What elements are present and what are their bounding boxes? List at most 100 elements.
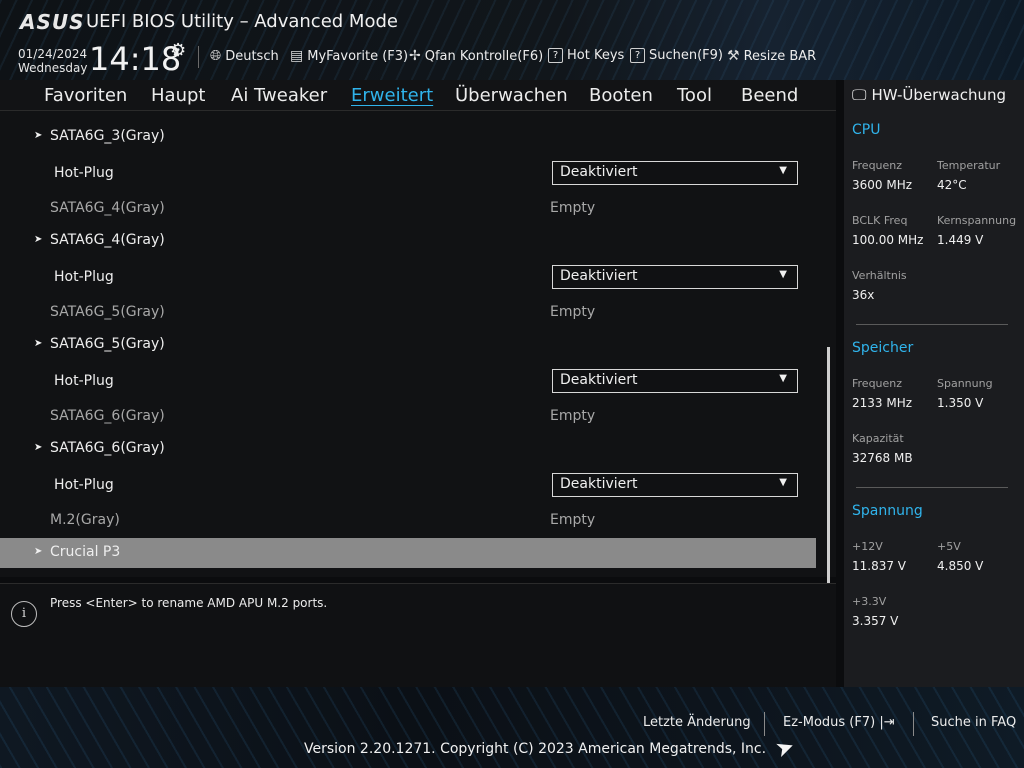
cpu-temp-value: 42°C [937,178,967,192]
date-text: 01/24/2024 [18,47,88,61]
ratio-value: 36x [852,288,875,302]
voltage-section-title: Spannung [852,503,923,519]
submenu-item-selected[interactable]: ➤ Crucial P3 [0,538,816,568]
faq-search-button[interactable]: Suche in FAQ [931,715,1016,730]
header-divider [198,46,199,68]
footer-divider [764,712,765,736]
port-label: SATA6G_4(Gray) [50,200,165,216]
clock-time: 14:18 [89,40,182,78]
main-menu: Favoriten Haupt Ai Tweaker Erweitert Übe… [0,80,836,111]
myfavorite-button[interactable]: ▤ MyFavorite (F3) [290,48,408,64]
submenu-arrow-icon: ➤ [34,442,43,453]
resize-bar-button[interactable]: ⚒ Resize BAR [727,48,816,64]
submenu-arrow-icon: ➤ [34,234,43,245]
submenu-arrow-icon: ➤ [34,546,43,557]
dropdown-caret-icon: ▼ [779,165,787,176]
submenu-item[interactable]: ➤ SATA6G_3(Gray) [0,122,816,152]
fan-icon: ✢ [409,48,421,64]
language-button[interactable]: 🌐︎ Deutsch [210,48,279,64]
resize-bar-label: Resize BAR [743,48,817,64]
bclk-label: BCLK Freq [852,214,908,227]
help-box-icon: ? [548,48,563,63]
setting-label: Hot-Plug [54,477,114,493]
search-button[interactable]: ? Suchen(F9) [630,48,723,63]
qfan-button[interactable]: ✢ Qfan Kontrolle(F6) [409,48,543,64]
search-label: Suchen(F9) [649,48,724,63]
port-label: SATA6G_6(Gray) [50,408,165,424]
help-panel: i Press <Enter> to rename AMD APU M.2 po… [0,583,836,688]
hot-plug-dropdown[interactable]: Deaktiviert ▼ [552,369,798,393]
memory-section-title: Speicher [852,340,914,356]
tab-tool[interactable]: Tool [677,85,712,106]
tab-beend[interactable]: Beend [741,85,798,106]
dropdown-value: Deaktiviert [560,476,638,492]
submenu-item[interactable]: ➤ SATA6G_6(Gray) [0,434,816,464]
submenu-arrow-icon: ➤ [34,338,43,349]
mem-voltage-label: Spannung [937,377,993,390]
tab-booten[interactable]: Booten [589,85,653,106]
v33-label: +3.3V [852,595,887,608]
dropdown-caret-icon: ▼ [779,477,787,488]
dropdown-value: Deaktiviert [560,164,638,180]
mem-capacity-value: 32768 MB [852,451,913,465]
tab-haupt[interactable]: Haupt [151,85,205,106]
info-row: SATA6G_5(Gray) Empty [0,298,816,328]
setting-label: Hot-Plug [54,269,114,285]
tab-ueberwachen[interactable]: Überwachen [455,85,568,106]
tab-favoriten[interactable]: Favoriten [44,85,127,106]
submenu-arrow-icon: ➤ [34,130,43,141]
help-text: Press <Enter> to rename AMD APU M.2 port… [50,596,328,610]
port-status: Empty [550,512,596,528]
resize-bar-icon: ⚒ [727,48,740,64]
cpu-freq-label: Frequenz [852,159,903,172]
hot-plug-dropdown[interactable]: Deaktiviert ▼ [552,473,798,497]
hotkeys-label: Hot Keys [567,48,625,63]
tab-ai-tweaker[interactable]: Ai Tweaker [231,85,327,106]
submenu-label: SATA6G_3(Gray) [50,128,165,144]
info-row: SATA6G_4(Gray) Empty [0,194,816,224]
footer-bar: Letzte Änderung Ez-Modus (F7) |⇥ Suche i… [0,687,1024,768]
qfan-label: Qfan Kontrolle(F6) [424,48,544,64]
port-label: M.2(Gray) [50,512,120,528]
v12-label: +12V [852,540,883,553]
setting-row: Hot-Plug Deaktiviert ▼ [0,263,816,293]
hw-monitor-title: 🖵︎ HW-Überwachung [852,86,1006,104]
submenu-item[interactable]: ➤ SATA6G_4(Gray) [0,226,816,256]
footer-divider [913,712,914,736]
last-change-button[interactable]: Letzte Änderung [643,715,751,730]
info-row: M.2(Gray) Empty [0,506,816,536]
cpu-freq-value: 3600 MHz [852,178,913,192]
submenu-label: Crucial P3 [50,544,121,560]
hot-plug-dropdown[interactable]: Deaktiviert ▼ [552,265,798,289]
port-label: SATA6G_5(Gray) [50,304,165,320]
favorite-icon: ▤ [290,48,304,64]
submenu-item[interactable]: ➤ SATA6G_5(Gray) [0,330,816,360]
dropdown-value: Deaktiviert [560,268,638,284]
port-status: Empty [550,304,596,320]
cpu-section-title: CPU [852,122,881,138]
app-title: UEFI BIOS Utility – Advanced Mode [86,11,398,32]
dropdown-caret-icon: ▼ [779,269,787,280]
mem-capacity-label: Kapazität [852,432,904,445]
ez-mode-button[interactable]: Ez-Modus (F7) |⇥ [783,715,895,730]
monitor-icon: 🖵︎ [852,86,867,104]
setting-row: Hot-Plug Deaktiviert ▼ [0,471,816,501]
port-status: Empty [550,408,596,424]
clock-settings-gear-icon[interactable]: ⚙ [170,40,186,61]
date-display: 01/24/2024 Wednesday [18,47,87,75]
setting-label: Hot-Plug [54,373,114,389]
section-divider [856,324,1008,325]
globe-icon: 🌐︎ [210,48,222,64]
hotkeys-button[interactable]: ? Hot Keys [548,48,624,63]
tab-erweitert[interactable]: Erweitert [351,85,433,106]
asus-logo: ASUS [20,10,85,34]
ez-mode-label: Ez-Modus (F7) [783,715,876,730]
ratio-label: Verhältnis [852,269,907,282]
hot-plug-dropdown[interactable]: Deaktiviert ▼ [552,161,798,185]
info-row: SATA6G_6(Gray) Empty [0,402,816,432]
dropdown-caret-icon: ▼ [779,373,787,384]
section-divider [856,487,1008,488]
header-bar: ASUS UEFI BIOS Utility – Advanced Mode 0… [0,0,1024,80]
setting-row: Hot-Plug Deaktiviert ▼ [0,367,816,397]
submenu-label: SATA6G_4(Gray) [50,232,165,248]
